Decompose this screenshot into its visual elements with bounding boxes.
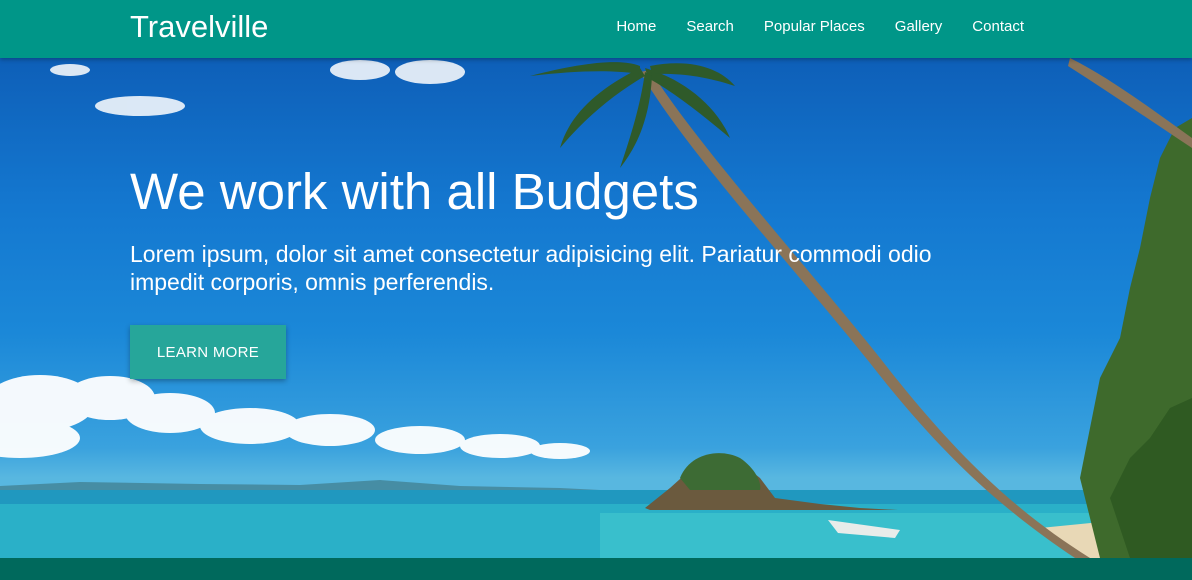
hero-title: We work with all Budgets <box>130 163 699 220</box>
nav-links: Home Search Popular Places Gallery Conta… <box>616 18 1024 36</box>
nav-link-gallery[interactable]: Gallery <box>895 18 943 36</box>
learn-more-button[interactable]: LEARN MORE <box>130 325 286 379</box>
brand-logo[interactable]: Travelville <box>130 10 268 44</box>
hero-section: We work with all Budgets Lorem ipsum, do… <box>0 58 1192 558</box>
nav-link-contact[interactable]: Contact <box>972 18 1024 36</box>
hero-description: Lorem ipsum, dolor sit amet consectetur … <box>130 241 932 295</box>
nav-link-home[interactable]: Home <box>616 18 656 36</box>
nav-link-search[interactable]: Search <box>686 18 734 36</box>
navbar: Travelville Home Search Popular Places G… <box>0 0 1192 58</box>
nav-link-popular-places[interactable]: Popular Places <box>764 18 865 36</box>
beach-background-image <box>0 58 1192 558</box>
footer-strip <box>0 558 1192 580</box>
